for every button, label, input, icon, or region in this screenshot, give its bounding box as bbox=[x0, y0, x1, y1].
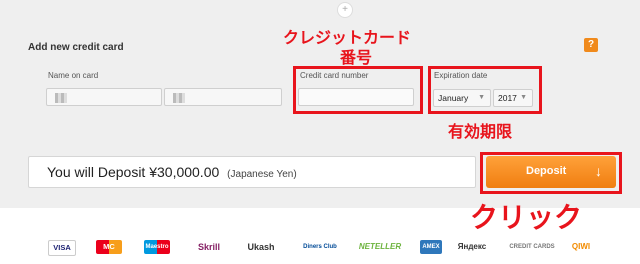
click-annotation: クリック bbox=[470, 201, 583, 234]
last-name-input[interactable] bbox=[164, 88, 282, 106]
plus-icon: + bbox=[337, 2, 353, 18]
diners-club-logo: Diners Club bbox=[303, 244, 337, 250]
help-icon[interactable]: ? bbox=[584, 38, 598, 52]
first-name-input[interactable] bbox=[46, 88, 162, 106]
masked-text bbox=[55, 93, 67, 103]
form-title: Add new credit card bbox=[28, 42, 124, 53]
deposit-amount: You will Deposit ¥30,000.00 bbox=[47, 164, 220, 180]
ukash-logo: Ukash bbox=[247, 242, 275, 252]
deposit-amount-text: You will Deposit ¥30,000.00 (Japanese Ye… bbox=[47, 164, 297, 180]
credit-cards-logo: CREDIT CARDS bbox=[509, 244, 555, 250]
visa-logo: VISA bbox=[48, 240, 76, 256]
maestro-logo: Maestro bbox=[144, 240, 170, 254]
deposit-currency: (Japanese Yen) bbox=[227, 169, 297, 180]
yandex-logo: Яндекс bbox=[457, 242, 487, 251]
amex-logo: AMEX bbox=[420, 240, 442, 254]
qiwi-logo: QIWI bbox=[571, 242, 591, 251]
expiry-highlight bbox=[428, 66, 542, 114]
deposit-button-highlight bbox=[480, 152, 622, 194]
card-number-highlight bbox=[293, 66, 423, 114]
expiry-annotation: 有効期限 bbox=[448, 122, 513, 141]
name-on-card-label: Name on card bbox=[48, 71, 99, 80]
masked-text bbox=[173, 93, 185, 103]
card-number-annotation-line2: 番号 bbox=[340, 48, 373, 67]
skrill-logo: Skrill bbox=[197, 242, 220, 252]
payment-logos: VISA MC Maestro Skrill Ukash Diners Club… bbox=[0, 236, 640, 260]
mastercard-logo: MC bbox=[96, 240, 122, 254]
neteller-logo: NETELLER bbox=[358, 242, 402, 251]
deposit-summary: You will Deposit ¥30,000.00 (Japanese Ye… bbox=[28, 156, 476, 188]
